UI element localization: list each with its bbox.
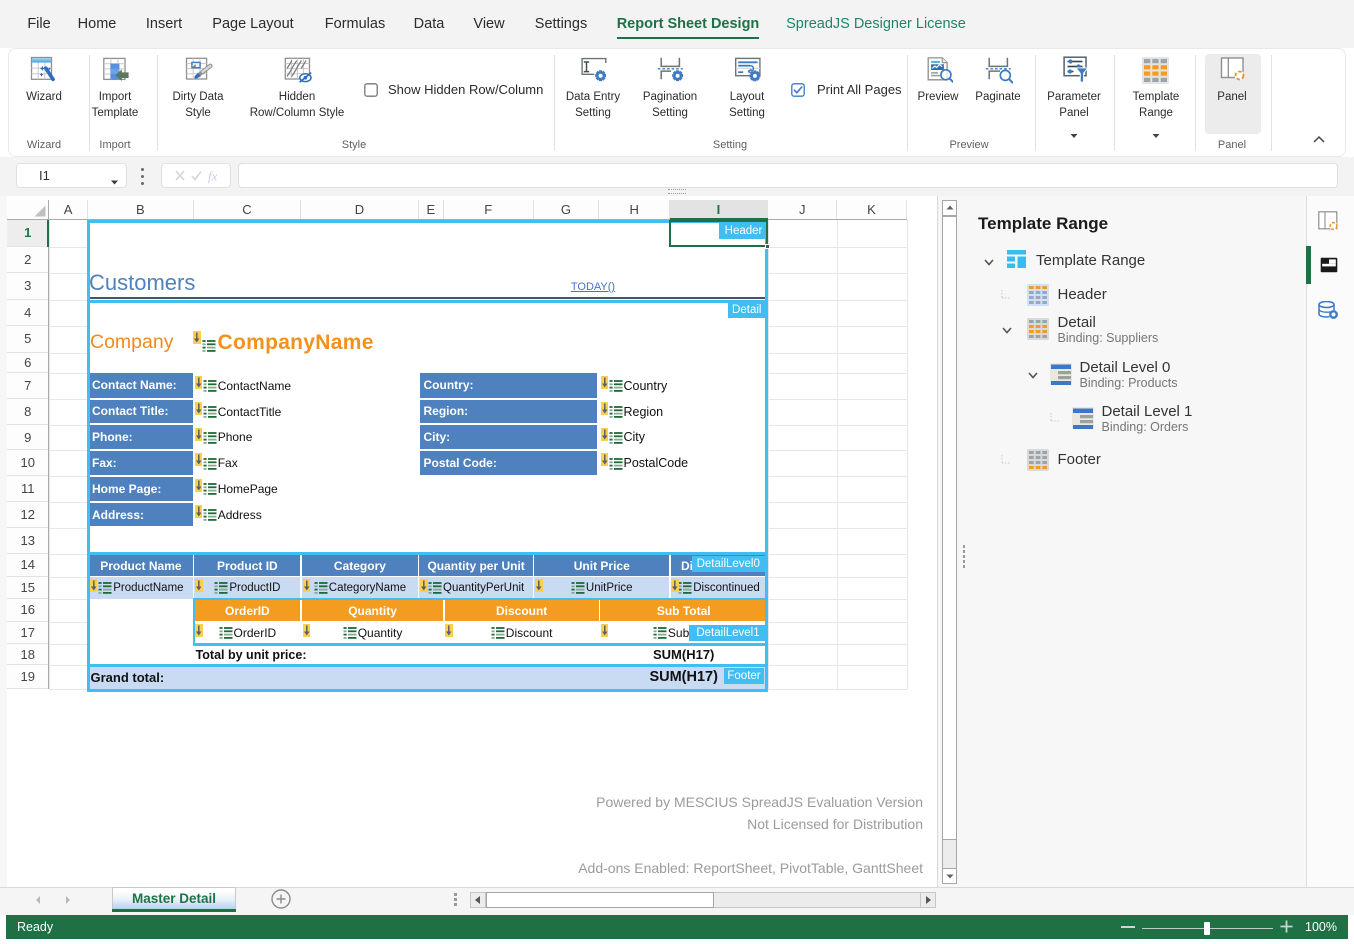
svg-text:fx: fx — [208, 169, 218, 184]
